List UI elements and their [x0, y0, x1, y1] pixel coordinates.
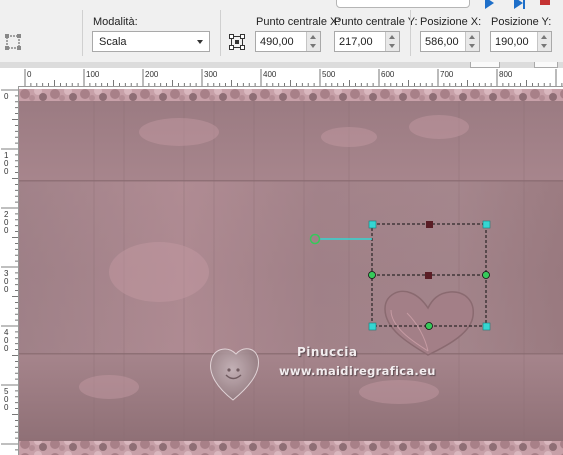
ruler-label: 0 [4, 403, 9, 412]
canvas-image [19, 87, 563, 455]
position-x-value: 586,00 [425, 36, 459, 48]
ruler-label: 0 [27, 70, 32, 79]
step-forward-icon[interactable] [514, 0, 525, 9]
mode-dropdown[interactable]: Scala [92, 31, 210, 52]
mode-value: Scala [99, 36, 127, 48]
ruler-label: 400 [263, 70, 277, 79]
separator [82, 10, 83, 56]
canvas[interactable]: Pinuccia www.maidiregrafica.eu [19, 87, 563, 455]
ruler-label: 0 [4, 226, 9, 235]
position-y-value: 190,00 [495, 36, 529, 48]
ruler-label: 0 [4, 167, 9, 176]
ruler-label: 0 [4, 344, 9, 353]
position-x-label: Posizione X: [420, 16, 482, 28]
top-tab-field[interactable] [336, 0, 470, 8]
position-x-input[interactable]: 586,00 [420, 31, 480, 52]
separator [220, 10, 221, 56]
mode-label: Modalità: [93, 16, 138, 28]
ruler-label: 0 [4, 92, 9, 101]
ruler-label: 200 [145, 70, 159, 79]
center-x-value: 490,00 [260, 36, 294, 48]
handle-right [482, 271, 490, 279]
ruler-label: 100 [86, 70, 100, 79]
deform-tool-icon[interactable] [5, 34, 21, 50]
image-window: 0 100 200 300 400 500 600 700 800 0 100 200 300 400 5… [0, 62, 563, 455]
ruler-label: 0 [4, 285, 9, 294]
vertical-ruler: 0100200300400500 [0, 86, 19, 455]
center-point-icon[interactable] [229, 34, 245, 50]
center-y-value: 217,00 [339, 36, 373, 48]
center-y-stepper[interactable] [385, 32, 399, 51]
center-x-stepper[interactable] [306, 32, 320, 51]
center-point-handle [425, 272, 432, 279]
center-y-input[interactable]: 217,00 [334, 31, 400, 52]
position-x-stepper[interactable] [465, 32, 479, 51]
ruler-label: 600 [381, 70, 395, 79]
bottom-floral-border [19, 441, 563, 455]
handle-top-right [482, 220, 491, 229]
watermark-name: Pinuccia [297, 345, 358, 359]
handle-top-left [368, 220, 377, 229]
center-y-label: Punto centrale Y: [334, 16, 418, 28]
position-y-stepper[interactable] [537, 32, 551, 51]
watermark-url: www.maidiregrafica.eu [279, 364, 436, 378]
center-x-input[interactable]: 490,00 [255, 31, 321, 52]
ruler-label: 500 [322, 70, 336, 79]
ruler-label: 300 [204, 70, 218, 79]
tool-options-bar: Modalità: Scala Punto centrale X: 490,00… [0, 0, 563, 63]
handle-left [368, 271, 376, 279]
separator [410, 10, 411, 56]
play-icon[interactable] [485, 0, 494, 9]
horizontal-ruler: 0 100 200 300 400 500 600 700 800 [0, 68, 563, 87]
stop-icon[interactable] [540, 0, 550, 5]
center-x-label: Punto centrale X: [256, 16, 341, 28]
handle-top [426, 221, 433, 228]
top-floral-border [19, 89, 563, 101]
watermark: Pinuccia www.maidiregrafica.eu [227, 320, 467, 392]
ruler-label: 700 [440, 70, 454, 79]
chevron-down-icon [197, 40, 203, 44]
position-y-input[interactable]: 190,00 [490, 31, 552, 52]
handle-bottom-right [482, 322, 491, 331]
position-y-label: Posizione Y: [491, 16, 552, 28]
ruler-label: 800 [499, 70, 513, 79]
